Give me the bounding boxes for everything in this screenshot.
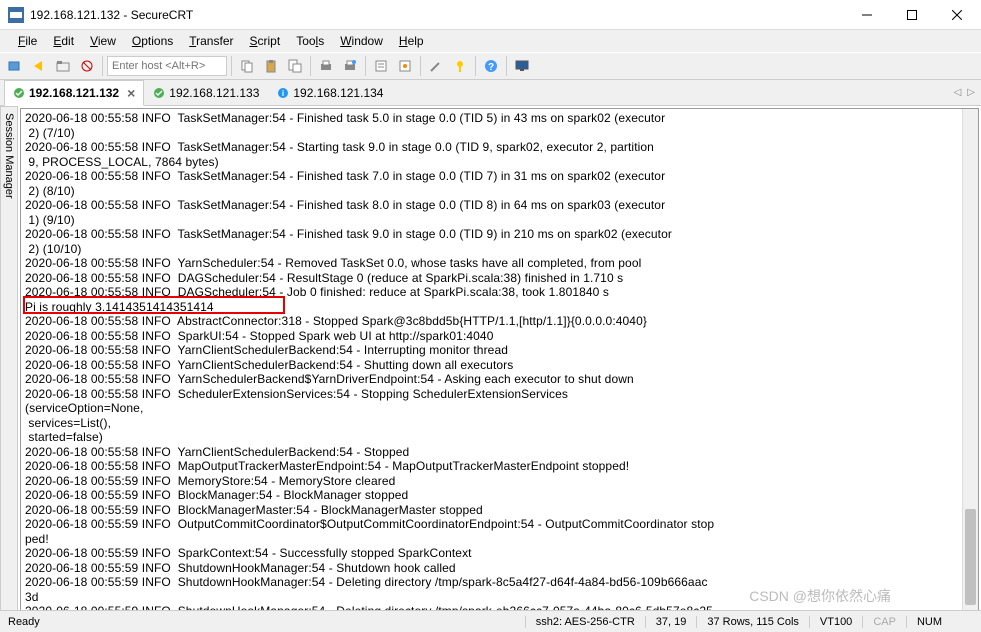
menu-edit[interactable]: Edit (47, 32, 80, 50)
terminal-line: services=List(), (25, 416, 974, 431)
find-icon[interactable] (284, 55, 306, 77)
tab-next-icon[interactable]: ▷ (965, 87, 977, 98)
reconnect-icon[interactable] (76, 55, 98, 77)
terminal-line: 2020-06-18 00:55:59 INFO BlockManagerMas… (25, 503, 974, 518)
svg-text:i: i (282, 89, 284, 98)
print-screen-icon[interactable] (339, 55, 361, 77)
tab-prev-icon[interactable]: ◁ (952, 87, 964, 98)
tab-0[interactable]: 192.168.121.132 × (4, 80, 144, 106)
status-term: VT100 (809, 616, 862, 628)
check-icon (153, 87, 165, 99)
terminal-line: 2020-06-18 00:55:58 INFO AbstractConnect… (25, 314, 974, 329)
connect-tab-icon[interactable] (52, 55, 74, 77)
terminal-line: 2020-06-18 00:55:58 INFO YarnClientSched… (25, 343, 974, 358)
info-icon: i (277, 87, 289, 99)
terminal-line: ped! (25, 532, 974, 547)
status-cap: CAP (862, 616, 906, 628)
tabs-row: 192.168.121.132 × 192.168.121.133 i 192.… (0, 80, 981, 106)
status-cipher: ssh2: AES-256-CTR (525, 616, 645, 628)
menu-tools[interactable]: Tools (290, 32, 330, 50)
tab-label: 192.168.121.132 (29, 86, 119, 100)
watermark: CSDN @想你依然心痛 (749, 586, 891, 606)
paste-icon[interactable] (260, 55, 282, 77)
tab-2[interactable]: i 192.168.121.134 (268, 81, 392, 105)
terminal-line: 2020-06-18 00:55:58 INFO TaskSetManager:… (25, 140, 974, 155)
status-size: 37 Rows, 115 Cols (696, 616, 809, 628)
terminal-line: 2020-06-18 00:55:59 INFO MemoryStore:54 … (25, 474, 974, 489)
check-icon (13, 87, 25, 99)
menu-options[interactable]: Options (126, 32, 179, 50)
tab-label: 192.168.121.134 (293, 86, 383, 100)
menu-bar: File Edit View Options Transfer Script T… (0, 30, 981, 52)
window-title: 192.168.121.132 - SecureCRT (30, 8, 844, 22)
terminal-line: 2020-06-18 00:55:58 INFO TaskSetManager:… (25, 198, 974, 213)
toolbar: ? (0, 52, 981, 80)
terminal-line: 2020-06-18 00:55:59 INFO BlockManager:54… (25, 488, 974, 503)
quick-connect-icon[interactable] (28, 55, 50, 77)
properties-icon[interactable] (370, 55, 392, 77)
terminal-line: 2020-06-18 00:55:58 INFO YarnClientSched… (25, 358, 974, 373)
terminal-line: 2020-06-18 00:55:58 INFO TaskSetManager:… (25, 227, 974, 242)
minimize-button[interactable] (844, 1, 889, 29)
terminal-line: 2020-06-18 00:55:58 INFO SparkUI:54 - St… (25, 329, 974, 344)
terminal-line: 9, PROCESS_LOCAL, 7864 bytes) (25, 155, 974, 170)
terminal-line: (serviceOption=None, (25, 401, 974, 416)
terminal-line: 2) (7/10) (25, 126, 974, 141)
help-icon[interactable]: ? (480, 55, 502, 77)
status-ready: Ready (8, 616, 525, 628)
terminal-line: 2020-06-18 00:55:58 INFO TaskSetManager:… (25, 169, 974, 184)
status-num: NUM (906, 616, 952, 628)
terminal-line: 2) (8/10) (25, 184, 974, 199)
maximize-button[interactable] (889, 1, 934, 29)
scrollbar-vertical[interactable] (962, 109, 978, 628)
menu-view[interactable]: View (84, 32, 122, 50)
connect-icon[interactable] (4, 55, 26, 77)
tab-close-icon[interactable]: × (127, 85, 135, 101)
app-icon (8, 7, 24, 23)
close-button[interactable] (934, 1, 979, 29)
tools-icon[interactable] (425, 55, 447, 77)
terminal-line: 1) (9/10) (25, 213, 974, 228)
menu-window[interactable]: Window (334, 32, 389, 50)
copy-icon[interactable] (236, 55, 258, 77)
status-pos: 37, 19 (645, 616, 697, 628)
terminal-line: 2020-06-18 00:55:58 INFO SchedulerExtens… (25, 387, 974, 402)
svg-text:?: ? (488, 62, 494, 73)
terminal-line: 2020-06-18 00:55:58 INFO YarnClientSched… (25, 445, 974, 460)
terminal-line: started=false) (25, 430, 974, 445)
host-input[interactable] (107, 56, 227, 76)
terminal-line: 2020-06-18 00:55:58 INFO YarnScheduler:5… (25, 256, 974, 271)
menu-transfer[interactable]: Transfer (183, 32, 239, 50)
menu-help[interactable]: Help (393, 32, 430, 50)
terminal-line: 2020-06-18 00:55:58 INFO DAGScheduler:54… (25, 271, 974, 286)
terminal-line: 2020-06-18 00:55:59 INFO SparkContext:54… (25, 546, 974, 561)
terminal-line: 2020-06-18 00:55:58 INFO MapOutputTracke… (25, 459, 974, 474)
monitor-icon[interactable] (511, 55, 533, 77)
highlight-box (23, 296, 285, 314)
terminal-line: 2020-06-18 00:55:58 INFO YarnSchedulerBa… (25, 372, 974, 387)
session-options-icon[interactable] (394, 55, 416, 77)
tab-label: 192.168.121.133 (169, 86, 259, 100)
terminal-line: 2) (10/10) (25, 242, 974, 257)
session-manager-tab[interactable]: Session Manager (0, 106, 18, 631)
status-bar: Ready ssh2: AES-256-CTR 37, 19 37 Rows, … (0, 610, 981, 632)
title-bar: 192.168.121.132 - SecureCRT (0, 0, 981, 30)
scrollbar-thumb[interactable] (965, 509, 976, 605)
terminal-line: 2020-06-18 00:55:58 INFO TaskSetManager:… (25, 111, 974, 126)
tab-1[interactable]: 192.168.121.133 (144, 81, 268, 105)
menu-file[interactable]: File (12, 32, 43, 50)
keymap-icon[interactable] (449, 55, 471, 77)
print-icon[interactable] (315, 55, 337, 77)
terminal[interactable]: 2020-06-18 00:55:58 INFO TaskSetManager:… (20, 108, 979, 629)
terminal-line: 2020-06-18 00:55:59 INFO ShutdownHookMan… (25, 561, 974, 576)
main-area: Session Manager 2020-06-18 00:55:58 INFO… (0, 106, 981, 631)
menu-script[interactable]: Script (244, 32, 287, 50)
terminal-line: 2020-06-18 00:55:59 INFO OutputCommitCoo… (25, 517, 974, 532)
